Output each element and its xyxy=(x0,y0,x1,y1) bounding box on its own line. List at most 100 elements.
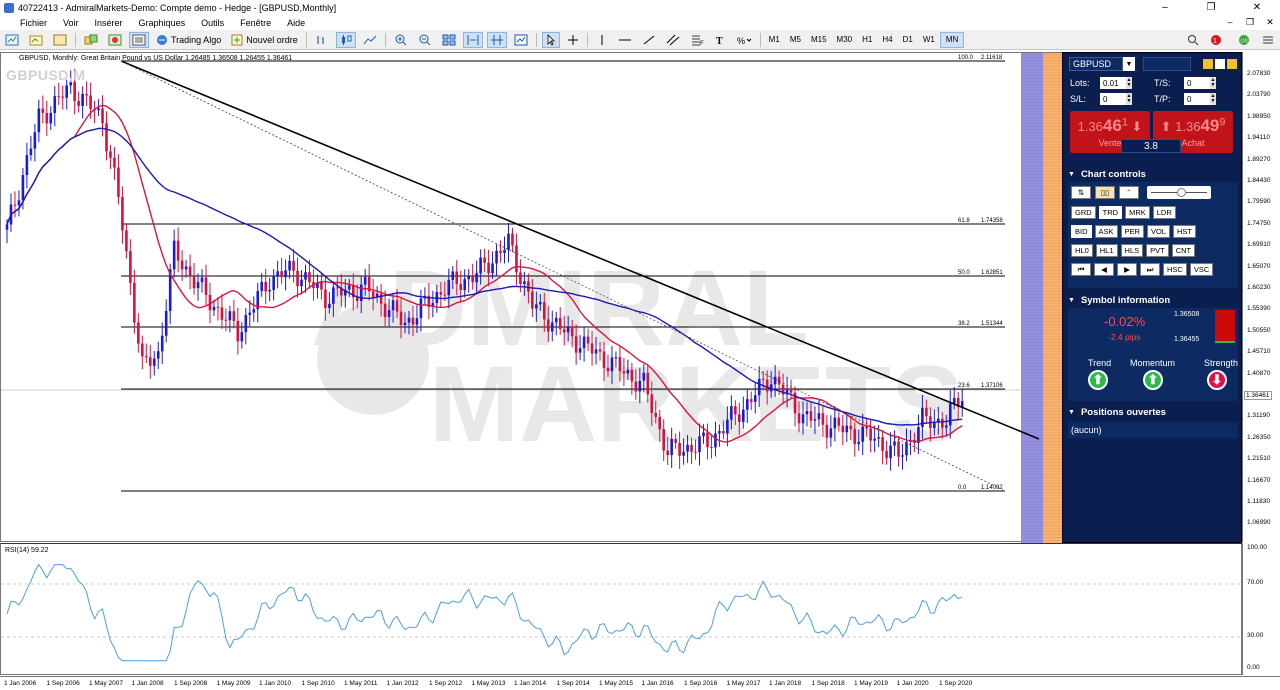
cc-trd-button[interactable]: TRD xyxy=(1098,206,1123,219)
channel-icon[interactable] xyxy=(663,32,683,48)
menu-fenetre[interactable]: Fenêtre xyxy=(232,18,279,28)
profiles-icon[interactable] xyxy=(26,32,46,48)
child-minimize-icon[interactable]: – xyxy=(1220,17,1240,28)
cc-hl1-button[interactable]: HL1 xyxy=(1095,244,1118,257)
timeframe-m1[interactable]: M1 xyxy=(764,32,785,48)
child-close-icon[interactable]: ✕ xyxy=(1260,17,1280,28)
menu-outils[interactable]: Outils xyxy=(193,18,232,28)
crosshair-icon[interactable] xyxy=(564,32,582,48)
cursor-icon[interactable] xyxy=(541,31,560,48)
market-watch-icon[interactable] xyxy=(50,32,70,48)
step-forward-icon[interactable]: ▶ xyxy=(1117,263,1137,276)
date-axis-label: 1 May 2009 xyxy=(216,680,251,687)
candle-body xyxy=(45,112,49,124)
cc-hl0-button[interactable]: HL0 xyxy=(1071,244,1093,257)
tp-input[interactable]: 0 xyxy=(1184,93,1210,105)
step-back-icon[interactable]: ◀ xyxy=(1094,263,1114,276)
search-icon[interactable] xyxy=(1184,32,1202,48)
cc-grd-button[interactable]: GRD xyxy=(1071,206,1096,219)
slider-handle[interactable] xyxy=(1177,188,1186,197)
chevron-up-icon[interactable]: ⌃ xyxy=(1119,186,1139,199)
timeframe-w1[interactable]: W1 xyxy=(918,32,940,48)
symbol-select[interactable]: GBPUSD xyxy=(1069,57,1123,71)
menu-lines-icon[interactable] xyxy=(1258,32,1278,48)
bar-chart-icon[interactable] xyxy=(312,32,332,48)
ts-stepper[interactable]: ▲ ▼ xyxy=(1210,77,1216,89)
price-axis[interactable]: 2.07830 2.03790 1.98950 1.94110 1.89270 1.844… xyxy=(1242,52,1280,542)
strategy-tester-icon[interactable] xyxy=(129,31,149,48)
timeframe-h4[interactable]: H4 xyxy=(877,32,897,48)
menu-aide[interactable]: Aide xyxy=(279,18,313,28)
trading-algo-button[interactable]: Trading Algo xyxy=(153,32,224,48)
indicators-icon[interactable] xyxy=(511,32,531,48)
cc-per-button[interactable]: PER xyxy=(1120,225,1144,238)
cc-mrk-button[interactable]: MRK xyxy=(1125,206,1150,219)
vertical-line-icon[interactable] xyxy=(593,32,611,48)
minimize-button[interactable]: – xyxy=(1142,2,1188,13)
buy-label: Achat xyxy=(1181,138,1205,148)
cc-hsc-button[interactable]: HSC xyxy=(1163,263,1187,276)
lots-input[interactable]: 0.01 xyxy=(1100,77,1126,89)
line-chart-icon[interactable] xyxy=(360,32,380,48)
minimize-panel-icon[interactable] xyxy=(1227,59,1237,69)
cc-cnt-button[interactable]: CNT xyxy=(1171,244,1196,257)
skip-first-icon[interactable]: ⏮ xyxy=(1071,263,1091,276)
trendline-icon[interactable] xyxy=(639,32,659,48)
notifications-icon[interactable]: 1 xyxy=(1206,32,1230,48)
tile-windows-icon[interactable] xyxy=(439,32,459,48)
timeframe-m15[interactable]: M15 xyxy=(806,32,832,48)
cc-vsc-button[interactable]: VSC xyxy=(1189,263,1214,276)
gear-icon[interactable] xyxy=(1215,59,1225,69)
auto-scroll-icon[interactable] xyxy=(462,31,483,48)
child-restore-icon[interactable]: ❐ xyxy=(1240,17,1260,28)
new-chart-icon[interactable] xyxy=(2,32,22,48)
timeframe-d1[interactable]: D1 xyxy=(898,32,918,48)
cc-bid-button[interactable]: BID xyxy=(1071,225,1092,238)
zoom-slider[interactable] xyxy=(1147,186,1211,199)
candlestick-icon[interactable] xyxy=(335,31,356,48)
menu-voir[interactable]: Voir xyxy=(55,18,87,28)
sl-stepper[interactable]: ▲ ▼ xyxy=(1126,93,1132,105)
ts-input[interactable]: 0 xyxy=(1184,77,1210,89)
candle-toggle-icon[interactable]: ▯▯ xyxy=(1095,186,1115,199)
trend-down-toggle-icon[interactable]: ⇅ xyxy=(1071,186,1091,199)
navigator-icon[interactable] xyxy=(81,32,101,48)
menu-inserer[interactable]: Insérer xyxy=(87,18,131,28)
timeframe-mn[interactable]: MN xyxy=(939,31,965,48)
zoom-in-icon[interactable] xyxy=(391,32,411,48)
chevron-down-icon[interactable]: ▼ xyxy=(1123,57,1135,71)
symbol-search-field[interactable] xyxy=(1143,57,1191,71)
chart-shift-icon[interactable] xyxy=(486,31,507,48)
lots-stepper[interactable]: ▲ ▼ xyxy=(1126,77,1132,89)
cc-pvt-button[interactable]: PVT xyxy=(1146,244,1169,257)
menu-fichier[interactable]: Fichier xyxy=(0,18,55,28)
cc-ldr-button[interactable]: LDR xyxy=(1152,206,1176,219)
terminal-icon[interactable] xyxy=(105,32,125,48)
cc-ask-button[interactable]: ASK xyxy=(1094,225,1118,238)
timeframe-h1[interactable]: H1 xyxy=(857,32,877,48)
arrows-icon[interactable]: % xyxy=(733,32,755,48)
cc-hst-button[interactable]: HST xyxy=(1172,225,1196,238)
menu-graphiques[interactable]: Graphiques xyxy=(131,18,194,28)
chart-controls-header[interactable]: ▼ Chart controls xyxy=(1068,167,1238,181)
cc-hls-button[interactable]: HLS xyxy=(1120,244,1144,257)
timeframe-m30[interactable]: M30 xyxy=(832,32,858,48)
skip-last-icon[interactable]: ⏭ xyxy=(1140,263,1160,276)
price-chart[interactable]: ADMIRAL MARKETS 100.0 2.11618 61.8 1.74358 50.… xyxy=(0,52,1063,543)
rsi-subwindow[interactable]: RSI(14) 59.22 xyxy=(0,543,1242,675)
link-icon[interactable] xyxy=(1203,59,1213,69)
tp-stepper[interactable]: ▲ ▼ xyxy=(1210,93,1216,105)
community-icon[interactable]: LVL xyxy=(1234,32,1254,48)
close-button[interactable]: ✕ xyxy=(1234,2,1280,13)
fibonacci-icon[interactable]: F xyxy=(687,32,707,48)
cc-vol-button[interactable]: VOL xyxy=(1146,225,1170,238)
sl-input[interactable]: 0 xyxy=(1100,93,1126,105)
symbol-info-header[interactable]: ▼ Symbol information xyxy=(1068,293,1238,307)
timeframe-m5[interactable]: M5 xyxy=(785,32,806,48)
zoom-out-icon[interactable] xyxy=(415,32,435,48)
new-order-button[interactable]: Nouvel ordre xyxy=(228,32,301,48)
horizontal-line-icon[interactable] xyxy=(615,32,635,48)
text-icon[interactable]: T xyxy=(711,32,729,48)
maximize-button[interactable]: ❐ xyxy=(1188,2,1234,13)
positions-header[interactable]: ▼ Positions ouvertes xyxy=(1068,405,1238,419)
